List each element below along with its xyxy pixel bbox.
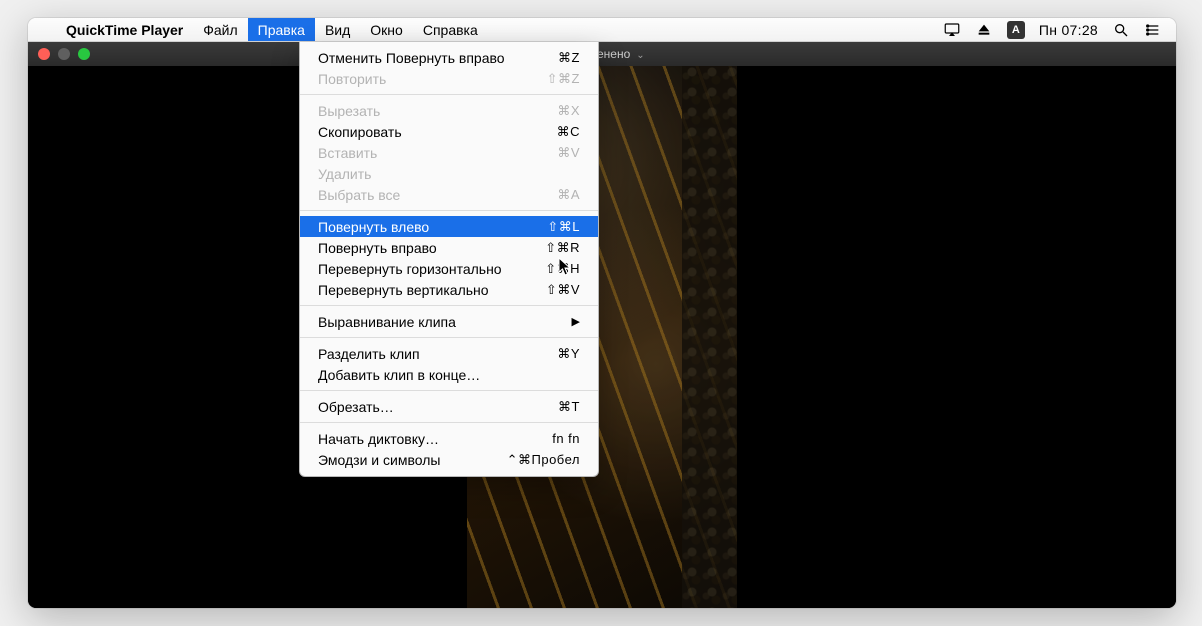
notification-center-icon[interactable] (1144, 21, 1162, 39)
menu-item-shortcut: fn fn (552, 431, 580, 446)
menu-item-shortcut: ⌘T (558, 399, 580, 415)
edit-menu-dropdown: Отменить Повернуть вправо⌘ZПовторить⇧⌘ZВ… (299, 42, 599, 477)
menu-item-shortcut: ⌘Y (557, 346, 580, 362)
menu-separator (300, 210, 598, 211)
menu-item[interactable]: Отменить Повернуть вправо⌘Z (300, 47, 598, 68)
menu-separator (300, 305, 598, 306)
menu-item-label: Вставить (318, 145, 557, 161)
menu-item-shortcut: ⌃⌘Пробел (507, 452, 580, 468)
menu-item-label: Удалить (318, 166, 580, 182)
menu-item[interactable]: Разделить клип⌘Y (300, 343, 598, 364)
menu-вид[interactable]: Вид (315, 18, 360, 41)
close-button[interactable] (38, 48, 50, 60)
menubar-clock[interactable]: Пн 07:28 (1039, 22, 1098, 38)
menu-item-label: Обрезать… (318, 399, 558, 415)
menu-item-label: Выравнивание клипа (318, 314, 572, 330)
menu-item[interactable]: Начать диктовку…fn fn (300, 428, 598, 449)
minimize-button[interactable] (58, 48, 70, 60)
menu-item-shortcut: ⌘C (557, 124, 580, 140)
menu-item: Вырезать⌘X (300, 100, 598, 121)
menu-separator (300, 390, 598, 391)
menubar-left: QuickTime Player ФайлПравкаВидОкноСправк… (28, 18, 488, 41)
menu-справка[interactable]: Справка (413, 18, 488, 41)
menu-item-shortcut: ⇧⌘Z (547, 71, 580, 87)
menu-item-shortcut: ⇧⌘R (545, 240, 580, 256)
menu-item[interactable]: Повернуть влево⇧⌘L (300, 216, 598, 237)
menu-item[interactable]: Обрезать…⌘T (300, 396, 598, 417)
menu-item: Повторить⇧⌘Z (300, 68, 598, 89)
input-source-badge[interactable]: A (1007, 21, 1025, 39)
menu-item: Удалить (300, 163, 598, 184)
submenu-arrow-icon: ▶ (572, 315, 580, 328)
menu-item-label: Начать диктовку… (318, 431, 552, 447)
menu-item-shortcut: ⌘X (557, 103, 580, 119)
menu-item-shortcut: ⇧⌘V (546, 282, 580, 298)
menu-item[interactable]: Перевернуть вертикально⇧⌘V (300, 279, 598, 300)
menu-item-label: Перевернуть горизонтально (318, 261, 545, 277)
menu-item-label: Добавить клип в конце… (318, 367, 580, 383)
menu-separator (300, 422, 598, 423)
menu-окно[interactable]: Окно (360, 18, 413, 41)
screenshot-frame: QuickTime Player ФайлПравкаВидОкноСправк… (28, 18, 1176, 608)
menu-item-label: Вырезать (318, 103, 557, 119)
app-name[interactable]: QuickTime Player (56, 22, 193, 38)
window-titlebar[interactable]: — Изменено⌄ (28, 42, 1176, 66)
menu-item-label: Разделить клип (318, 346, 557, 362)
airplay-icon[interactable] (943, 21, 961, 39)
menu-separator (300, 94, 598, 95)
menu-item[interactable]: Эмодзи и символы⌃⌘Пробел (300, 449, 598, 470)
menubar-right: A Пн 07:28 (943, 21, 1176, 39)
menu-item-label: Выбрать все (318, 187, 557, 203)
video-viewport[interactable] (28, 66, 1176, 608)
chevron-down-icon[interactable]: ⌄ (636, 50, 644, 61)
zoom-button[interactable] (78, 48, 90, 60)
menu-item-label: Повернуть вправо (318, 240, 545, 256)
menu-item-label: Эмодзи и символы (318, 452, 507, 468)
menu-item-label: Повторить (318, 71, 547, 87)
window-controls (38, 48, 90, 60)
menu-item-shortcut: ⇧⌘H (545, 261, 580, 277)
player-window: — Изменено⌄ (28, 42, 1176, 608)
menu-item-shortcut: ⌘A (557, 187, 580, 203)
menubar: QuickTime Player ФайлПравкаВидОкноСправк… (28, 18, 1176, 42)
menu-item-shortcut: ⌘V (557, 145, 580, 161)
menu-item-label: Отменить Повернуть вправо (318, 50, 558, 66)
eject-icon[interactable] (975, 21, 993, 39)
spotlight-icon[interactable] (1112, 21, 1130, 39)
menu-item[interactable]: Добавить клип в конце… (300, 364, 598, 385)
menu-item[interactable]: Выравнивание клипа▶ (300, 311, 598, 332)
menu-item: Вставить⌘V (300, 142, 598, 163)
menu-item: Выбрать все⌘A (300, 184, 598, 205)
menu-item[interactable]: Скопировать⌘C (300, 121, 598, 142)
menu-item-label: Перевернуть вертикально (318, 282, 546, 298)
menu-item-label: Повернуть влево (318, 219, 547, 235)
window-title: — Изменено⌄ (28, 47, 1176, 61)
menu-item-shortcut: ⌘Z (558, 50, 580, 66)
menu-item[interactable]: Перевернуть горизонтально⇧⌘H (300, 258, 598, 279)
menu-item-shortcut: ⇧⌘L (547, 219, 580, 235)
menu-item-label: Скопировать (318, 124, 557, 140)
menu-item[interactable]: Повернуть вправо⇧⌘R (300, 237, 598, 258)
menu-separator (300, 337, 598, 338)
menu-правка[interactable]: Правка (248, 18, 315, 41)
menu-файл[interactable]: Файл (193, 18, 247, 41)
